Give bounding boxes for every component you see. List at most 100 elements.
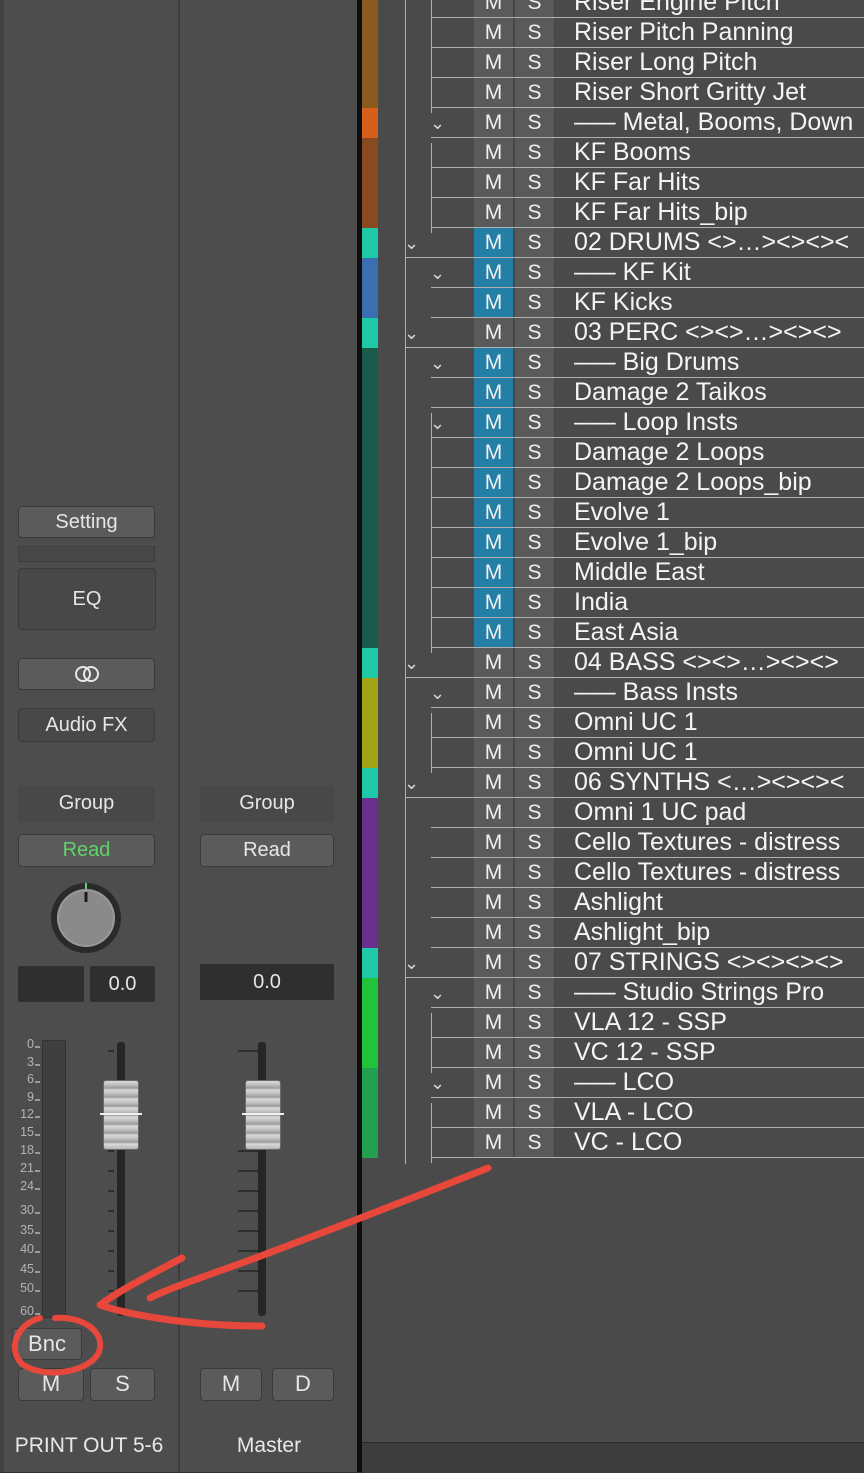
track-solo-button[interactable]: S — [515, 318, 555, 347]
disclosure-chevron-icon[interactable]: ⌄ — [430, 682, 445, 704]
track-row[interactable]: M S Damage 2 Loops — [362, 438, 864, 468]
track-solo-button[interactable]: S — [515, 918, 555, 947]
track-mute-button[interactable]: M — [474, 138, 514, 167]
track-name[interactable]: Cello Textures - distress — [574, 828, 840, 857]
track-name[interactable]: Riser Long Pitch — [574, 48, 757, 77]
track-name[interactable]: 07 STRINGS <><><><> — [574, 948, 844, 977]
track-mute-button[interactable]: M — [474, 618, 514, 647]
pan-knob-icon[interactable] — [50, 882, 122, 954]
track-row[interactable]: M S Cello Textures - distress — [362, 828, 864, 858]
track-row[interactable]: M S East Asia — [362, 618, 864, 648]
track-name[interactable]: Riser Short Gritty Jet — [574, 78, 806, 107]
track-solo-button[interactable]: S — [515, 528, 555, 557]
track-row[interactable]: M S Damage 2 Taikos — [362, 378, 864, 408]
volume-display[interactable]: 0.0 — [90, 966, 155, 1002]
track-name[interactable]: Omni 1 UC pad — [574, 798, 746, 827]
track-name[interactable]: Cello Textures - distress — [574, 858, 840, 887]
track-solo-button[interactable]: S — [515, 648, 555, 677]
track-name[interactable]: 02 DRUMS <>…><><>< — [574, 228, 849, 257]
track-row[interactable]: M S Omni UC 1 — [362, 708, 864, 738]
track-name[interactable]: Evolve 1_bip — [574, 528, 717, 557]
audio-fx-slot[interactable]: Audio FX — [18, 708, 155, 742]
track-name[interactable]: KF Far Hits_bip — [574, 198, 748, 227]
track-row[interactable]: M S Riser Engine Pitch — [362, 0, 864, 18]
track-mute-button[interactable]: M — [474, 1038, 514, 1067]
track-solo-button[interactable]: S — [515, 1038, 555, 1067]
track-name[interactable]: Ashlight — [574, 888, 663, 917]
track-row[interactable]: ⌄ M S ––– KF Kit — [362, 258, 864, 288]
track-name[interactable]: Omni UC 1 — [574, 738, 698, 767]
track-name[interactable]: VLA 12 - SSP — [574, 1008, 727, 1037]
track-solo-button[interactable]: S — [515, 1098, 555, 1127]
track-row[interactable]: ⌄ M S ––– Loop Insts — [362, 408, 864, 438]
track-name[interactable]: India — [574, 588, 628, 617]
track-name[interactable]: ––– Studio Strings Pro — [574, 978, 824, 1007]
bounce-button[interactable]: Bnc — [12, 1328, 82, 1360]
track-solo-button[interactable]: S — [515, 198, 555, 227]
track-mute-button[interactable]: M — [474, 858, 514, 887]
track-mute-button[interactable]: M — [474, 318, 514, 347]
track-mute-button[interactable]: M — [474, 978, 514, 1007]
track-row[interactable]: M S Omni UC 1 — [362, 738, 864, 768]
track-solo-button[interactable]: S — [515, 138, 555, 167]
track-mute-button[interactable]: M — [474, 228, 514, 257]
track-name[interactable]: 03 PERC <><>…><><> — [574, 318, 842, 347]
track-solo-button[interactable]: S — [515, 798, 555, 827]
disclosure-chevron-icon[interactable]: ⌄ — [404, 232, 419, 254]
track-solo-button[interactable]: S — [515, 1128, 555, 1157]
track-row[interactable]: ⌄ M S ––– Big Drums — [362, 348, 864, 378]
track-mute-button[interactable]: M — [474, 768, 514, 797]
track-row[interactable]: ⌄ M S ––– Bass Insts — [362, 678, 864, 708]
track-solo-button[interactable]: S — [515, 1068, 555, 1097]
track-solo-button[interactable]: S — [515, 48, 555, 77]
track-row[interactable]: M S India — [362, 588, 864, 618]
disclosure-chevron-icon[interactable]: ⌄ — [430, 112, 445, 134]
track-name[interactable]: VC 12 - SSP — [574, 1038, 716, 1067]
track-row[interactable]: M S Ashlight — [362, 888, 864, 918]
track-mute-button[interactable]: M — [474, 378, 514, 407]
track-solo-button[interactable]: S — [515, 348, 555, 377]
track-mute-button[interactable]: M — [474, 1128, 514, 1157]
track-mute-button[interactable]: M — [474, 258, 514, 287]
track-mute-button[interactable]: M — [474, 948, 514, 977]
track-name[interactable]: 04 BASS <><>…><><> — [574, 648, 839, 677]
volume-fader[interactable] — [100, 1080, 142, 1150]
track-row[interactable]: M S KF Booms — [362, 138, 864, 168]
disclosure-chevron-icon[interactable]: ⌄ — [404, 772, 419, 794]
disclosure-chevron-icon[interactable]: ⌄ — [430, 412, 445, 434]
track-mute-button[interactable]: M — [474, 348, 514, 377]
track-row[interactable]: ⌄ M S 07 STRINGS <><><><> — [362, 948, 864, 978]
track-mute-button[interactable]: M — [474, 0, 514, 17]
track-name[interactable]: Damage 2 Loops_bip — [574, 468, 812, 497]
disclosure-chevron-icon[interactable]: ⌄ — [404, 322, 419, 344]
track-mute-button[interactable]: M — [474, 708, 514, 737]
track-row[interactable]: M S Riser Short Gritty Jet — [362, 78, 864, 108]
track-mute-button[interactable]: M — [474, 108, 514, 137]
disclosure-chevron-icon[interactable]: ⌄ — [430, 982, 445, 1004]
track-mute-button[interactable]: M — [474, 648, 514, 677]
track-row[interactable]: M S VC 12 - SSP — [362, 1038, 864, 1068]
track-name[interactable]: Damage 2 Loops — [574, 438, 764, 467]
track-solo-button[interactable]: S — [515, 828, 555, 857]
track-solo-button[interactable]: S — [515, 558, 555, 587]
track-name[interactable]: ––– Loop Insts — [574, 408, 738, 437]
track-mute-button[interactable]: M — [474, 588, 514, 617]
track-solo-button[interactable]: S — [515, 618, 555, 647]
disclosure-chevron-icon[interactable]: ⌄ — [404, 952, 419, 974]
automation-mode-read[interactable]: Read — [200, 834, 334, 867]
track-name[interactable]: 06 SYNTHS <…><><>< — [574, 768, 844, 797]
track-row[interactable]: M S Riser Long Pitch — [362, 48, 864, 78]
track-row[interactable]: M S VLA - LCO — [362, 1098, 864, 1128]
track-name[interactable]: KF Kicks — [574, 288, 673, 317]
track-solo-button[interactable]: S — [515, 588, 555, 617]
track-mute-button[interactable]: M — [474, 888, 514, 917]
track-row[interactable]: ⌄ M S 03 PERC <><>…><><> — [362, 318, 864, 348]
track-solo-button[interactable]: S — [515, 378, 555, 407]
track-name[interactable]: KF Far Hits — [574, 168, 700, 197]
track-row[interactable]: M S Evolve 1 — [362, 498, 864, 528]
track-mute-button[interactable]: M — [474, 828, 514, 857]
track-name[interactable]: ––– Metal, Booms, Down — [574, 108, 853, 137]
track-mute-button[interactable]: M — [474, 738, 514, 767]
track-mute-button[interactable]: M — [474, 18, 514, 47]
track-mute-button[interactable]: M — [474, 438, 514, 467]
